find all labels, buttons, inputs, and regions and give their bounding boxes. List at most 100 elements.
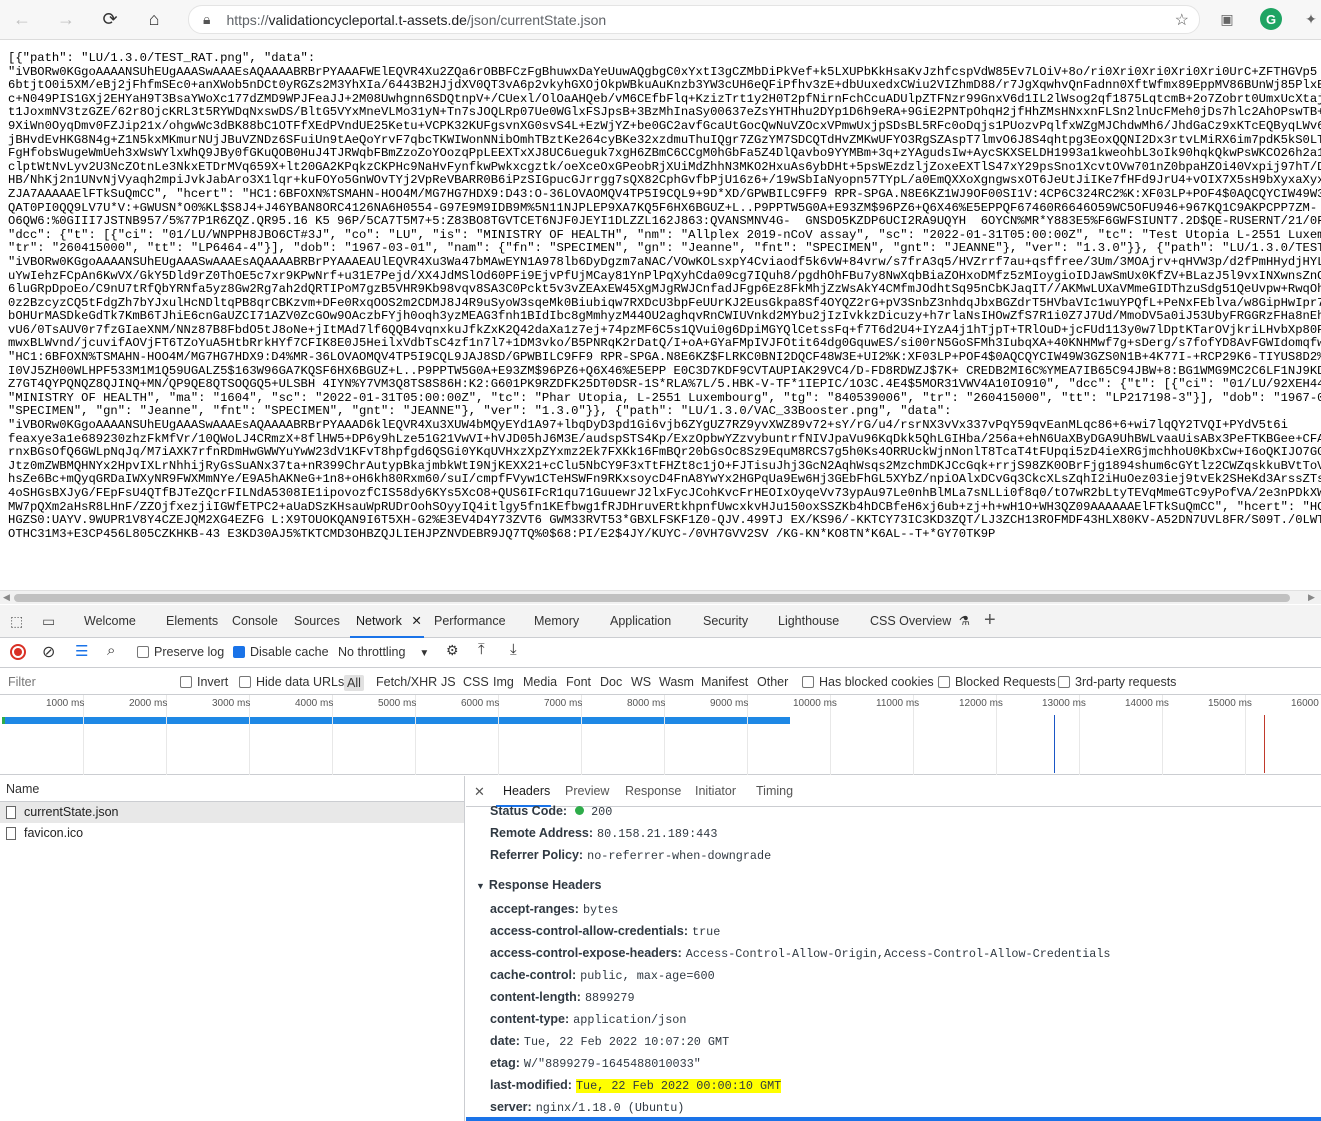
type-filter-fetch-xhr[interactable]: Fetch/XHR	[376, 675, 437, 689]
json-line: "iVBORw0KGgoAAAANSUhEUgAAASwAAAEsAQAAAAB…	[8, 64, 1318, 79]
tab-performance[interactable]: Performance	[434, 605, 506, 638]
type-filter-font[interactable]: Font	[566, 675, 591, 689]
tab-security[interactable]: Security	[703, 605, 748, 638]
response-header-row: server: nginx/1.18.0 (Ubuntu)	[490, 1100, 684, 1115]
hide-data-urls-checkbox[interactable]: Hide data URLs	[239, 675, 344, 689]
scrollbar-thumb[interactable]	[14, 594, 1290, 602]
hide-data-urls-box[interactable]	[239, 676, 251, 688]
tab-sources[interactable]: Sources	[294, 605, 340, 638]
type-filter-ws[interactable]: WS	[631, 675, 651, 689]
import-har-icon[interactable]: ⤒	[478, 641, 485, 658]
timeline-tick-label: 14000 ms	[1125, 698, 1169, 709]
name-column-header[interactable]: Name	[0, 776, 464, 802]
device-toolbar-icon[interactable]: ▭	[42, 613, 55, 630]
tab-lighthouse[interactable]: Lighthouse	[778, 605, 839, 638]
reload-button[interactable]: ⟳	[88, 0, 132, 40]
header-value: no-referrer-when-downgrade	[587, 849, 772, 863]
forward-button[interactable]: →	[44, 0, 88, 40]
tab-headers[interactable]: Headers	[503, 784, 550, 798]
clear-icon[interactable]: ⊘	[42, 642, 55, 662]
tab-network[interactable]: Network ✕	[350, 605, 424, 638]
tab-memory[interactable]: Memory	[534, 605, 579, 638]
header-value: 80.158.21.189:443	[597, 827, 718, 841]
type-filter-img[interactable]: Img	[493, 675, 514, 689]
inspect-element-icon[interactable]: ⬚	[10, 613, 23, 630]
load-event-marker	[1264, 715, 1265, 773]
json-line: OTHC31M3+E3CP456L805CZKHKB-43 E3KD30AJ5%…	[8, 526, 996, 541]
third-party-checkbox[interactable]: 3rd-party requests	[1058, 675, 1176, 689]
type-filter-doc[interactable]: Doc	[600, 675, 622, 689]
tab-timing[interactable]: Timing	[756, 784, 793, 798]
header-key: last-modified:	[490, 1078, 572, 1092]
close-tab-icon[interactable]: ✕	[411, 614, 421, 628]
disable-cache-checkbox[interactable]: Disable cache	[233, 645, 329, 659]
throttling-select[interactable]: No throttling ▼	[338, 645, 429, 659]
json-line: 9XiWn0OyqDmv0FZJip21x/ohgwWc3dBK88bC1OTF…	[8, 118, 1321, 133]
preserve-log-box[interactable]	[137, 646, 149, 658]
has-blocked-cookies-checkbox[interactable]: Has blocked cookies	[802, 675, 934, 689]
scroll-left-icon[interactable]: ◀	[3, 592, 10, 603]
tab-initiator[interactable]: Initiator	[695, 784, 736, 798]
tab-console[interactable]: Console	[232, 605, 278, 638]
type-filter-other[interactable]: Other	[757, 675, 788, 689]
type-filter-media[interactable]: Media	[523, 675, 557, 689]
json-line: "dcc": {"t": [{"ci": "01/LU/WNPPH8JBO6CT…	[8, 227, 1321, 242]
grammarly-extension-icon[interactable]: G	[1260, 8, 1282, 30]
json-line: hsZe6Bc+mQyqGRDaIWXyNR9FWXMmNYe/E9A5hAKN…	[8, 472, 1321, 487]
collections-icon[interactable]: ▣	[1216, 8, 1238, 30]
json-line: "MINISTRY OF HEALTH", "ma": "1604", "sc"…	[8, 390, 1321, 405]
tab-welcome[interactable]: Welcome	[84, 605, 136, 638]
filter-icon[interactable]: ☰	[75, 642, 88, 660]
blocked-requests-checkbox[interactable]: Blocked Requests	[938, 675, 1056, 689]
home-button[interactable]: ⌂	[132, 0, 176, 40]
type-filter-wasm[interactable]: Wasm	[659, 675, 694, 689]
search-icon[interactable]: ⌕	[107, 642, 115, 659]
header-value: W/"8899279-1645488010033"	[523, 1057, 701, 1071]
tab-css-overview[interactable]: CSS Overview ⚗	[870, 605, 970, 638]
timeline-tick-label: 11000 ms	[876, 698, 920, 709]
timeline-tick-label: 13000 ms	[1042, 698, 1086, 709]
tab-preview[interactable]: Preview	[565, 784, 609, 798]
type-filter-all[interactable]: All	[344, 675, 364, 691]
type-filter-manifest[interactable]: Manifest	[701, 675, 748, 689]
tab-elements[interactable]: Elements	[166, 605, 218, 638]
filter-input[interactable]: Filter	[8, 675, 36, 689]
add-tab-icon[interactable]: +	[984, 609, 996, 632]
invert-checkbox[interactable]: Invert	[180, 675, 228, 689]
request-row[interactable]: currentState.json	[0, 802, 464, 823]
close-details-icon[interactable]: ✕	[474, 784, 485, 800]
record-icon[interactable]	[10, 644, 26, 660]
tab-response[interactable]: Response	[625, 784, 681, 798]
has-blocked-cookies-box[interactable]	[802, 676, 814, 688]
type-filter-css[interactable]: CSS	[463, 675, 489, 689]
back-button[interactable]: ←	[0, 0, 44, 40]
response-header-row: etag: W/"8899279-1645488010033"	[490, 1056, 701, 1071]
disable-cache-box[interactable]	[233, 646, 245, 658]
header-key: etag:	[490, 1056, 520, 1070]
lock-icon[interactable]: 🔒︎	[203, 11, 210, 28]
timeline-tick-label: 7000 ms	[544, 698, 583, 709]
horizontal-scrollbar[interactable]: ◀ ▶	[0, 590, 1321, 604]
response-header-row: content-length: 8899279	[490, 990, 635, 1005]
json-line: jBHvdEvHKG8N4g+Z1N5kxMKmurNUjJBuVZNDz6SF…	[8, 132, 1321, 147]
network-conditions-icon[interactable]: ⚙	[446, 642, 459, 659]
scroll-right-icon[interactable]: ▶	[1308, 592, 1315, 603]
blocked-requests-box[interactable]	[938, 676, 950, 688]
tab-application[interactable]: Application	[610, 605, 671, 638]
network-timeline-overview[interactable]: 1000 ms 2000 ms 3000 ms 4000 ms 5000 ms 6000 …	[0, 695, 1321, 775]
invert-box[interactable]	[180, 676, 192, 688]
response-header-row: access-control-allow-credentials: true	[490, 924, 720, 939]
type-filter-js[interactable]: JS	[441, 675, 456, 689]
response-header-row: date: Tue, 22 Feb 2022 10:07:20 GMT	[490, 1034, 729, 1049]
preserve-log-checkbox[interactable]: Preserve log	[137, 645, 224, 659]
response-headers-section[interactable]: ▼ Response Headers	[476, 878, 601, 892]
export-har-icon[interactable]: ⤓	[510, 641, 517, 658]
add-favorite-icon[interactable]: ☆	[1175, 10, 1189, 30]
request-row[interactable]: favicon.ico	[0, 823, 464, 844]
extensions-icon[interactable]: ✦	[1300, 8, 1321, 30]
triangle-down-icon[interactable]: ▼	[476, 881, 485, 891]
address-bar[interactable]: 🔒︎ https://validationcycleportal.t-asset…	[188, 5, 1200, 34]
request-name: currentState.json	[24, 805, 119, 819]
timeline-tick-label: 12000 ms	[959, 698, 1003, 709]
third-party-box[interactable]	[1058, 676, 1070, 688]
